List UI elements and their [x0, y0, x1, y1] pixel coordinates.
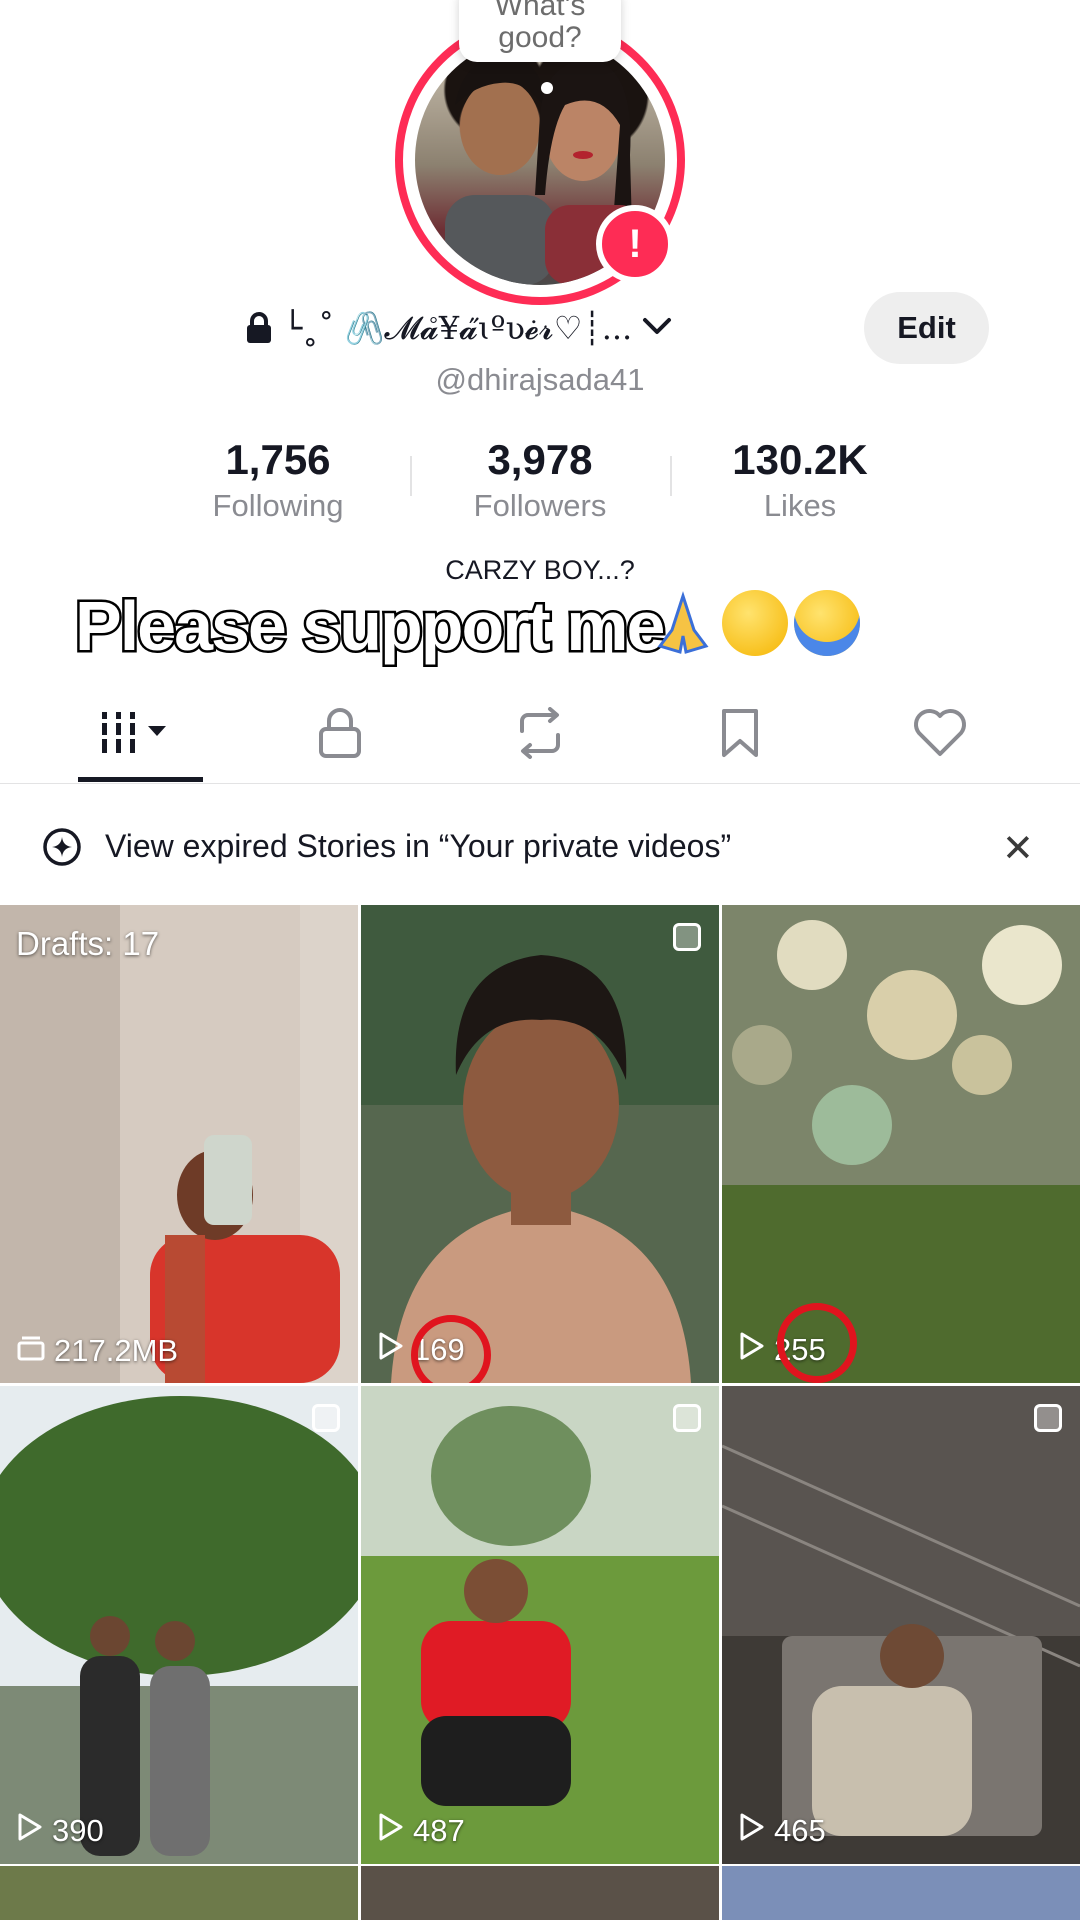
- multi-photo-icon: [1034, 1404, 1062, 1432]
- stories-banner-text: View expired Stories in “Your private vi…: [105, 828, 732, 864]
- stat-likes[interactable]: 130.2K Likes: [680, 432, 920, 524]
- drafts-size-value: 217.2MB: [54, 1333, 179, 1368]
- stat-label: Likes: [763, 488, 837, 523]
- video-tile[interactable]: 465: [722, 1386, 1080, 1864]
- multi-photo-icon: [673, 1404, 701, 1432]
- repost-icon: [512, 706, 568, 764]
- edit-profile-button[interactable]: Edit: [864, 292, 989, 364]
- video-tile[interactable]: 390: [0, 1386, 358, 1864]
- pensive-face-icon: [722, 590, 788, 656]
- bio-emojis: [650, 590, 860, 661]
- multi-photo-icon: [312, 1404, 340, 1432]
- video-tile[interactable]: 169: [361, 905, 719, 1383]
- divider: [410, 456, 412, 496]
- praying-hands-icon: [650, 590, 716, 661]
- drafts-tile[interactable]: Drafts: 17 217.2MB: [0, 905, 358, 1383]
- stat-label: Following: [212, 488, 344, 523]
- sparkle-icon: [42, 827, 82, 872]
- drafts-label: Drafts: 17: [16, 925, 160, 962]
- close-icon[interactable]: ✕: [1002, 826, 1034, 871]
- alert-icon[interactable]: !: [596, 205, 674, 283]
- note-dot: [541, 82, 553, 94]
- drafts-size: 217.2MB: [16, 1333, 178, 1369]
- play-icon: [738, 1331, 766, 1369]
- view-count: 465: [738, 1812, 826, 1850]
- crying-face-icon: [794, 590, 860, 656]
- tab-videos[interactable]: [40, 690, 240, 780]
- video-tile[interactable]: 255: [722, 905, 1080, 1383]
- red-circle-annotation: [777, 1303, 857, 1383]
- tab-reposts[interactable]: [440, 690, 640, 780]
- divider: [670, 456, 672, 496]
- lock-icon: [245, 312, 273, 344]
- multi-photo-icon: [673, 923, 701, 951]
- bio-support-text: Please support me: [72, 585, 667, 668]
- username: @dhirajsada41: [435, 362, 645, 397]
- play-icon: [738, 1812, 766, 1850]
- view-count-value: 465: [774, 1813, 826, 1848]
- tab-favorites[interactable]: [640, 690, 840, 780]
- tab-private[interactable]: [240, 690, 440, 780]
- videos-grid-icon: [100, 708, 180, 763]
- tabs-divider: [0, 783, 1080, 784]
- stat-label: Followers: [473, 488, 607, 523]
- stat-following[interactable]: 1,756 Following: [158, 432, 398, 524]
- stat-followers[interactable]: 3,978 Followers: [420, 432, 660, 524]
- bookmark-icon: [720, 707, 760, 764]
- view-count: 487: [377, 1812, 465, 1850]
- view-count-value: 390: [52, 1813, 104, 1848]
- chevron-down-icon[interactable]: [642, 316, 672, 341]
- drafts-icon: [16, 1333, 46, 1369]
- name-row: └˳˚ 🖇️𝓜𝓪̊¥𝓪̋ɩºʋ𝓮̇𝓻♡┊...: [245, 300, 672, 356]
- play-icon: [16, 1812, 44, 1850]
- stat-value: 1,756: [225, 436, 331, 483]
- bio-line: CARZY BOY...?: [445, 555, 635, 585]
- view-count-value: 487: [413, 1813, 465, 1848]
- lock-icon: [317, 707, 363, 764]
- play-icon: [377, 1812, 405, 1850]
- tab-liked[interactable]: [840, 690, 1040, 780]
- play-icon: [377, 1331, 405, 1369]
- display-name[interactable]: └˳˚ 🖇️𝓜𝓪̊¥𝓪̋ɩºʋ𝓮̇𝓻♡┊...: [283, 309, 632, 348]
- note-bubble[interactable]: What's good?: [459, 0, 621, 62]
- video-tile[interactable]: 487: [361, 1386, 719, 1864]
- view-count: 390: [16, 1812, 104, 1850]
- video-tile[interactable]: [722, 1866, 1080, 1920]
- stat-value: 3,978: [487, 436, 593, 483]
- heart-icon: [912, 708, 968, 763]
- video-tile[interactable]: [0, 1866, 358, 1920]
- stat-value: 130.2K: [732, 436, 868, 483]
- video-tile[interactable]: [361, 1866, 719, 1920]
- active-tab-indicator: [78, 777, 203, 782]
